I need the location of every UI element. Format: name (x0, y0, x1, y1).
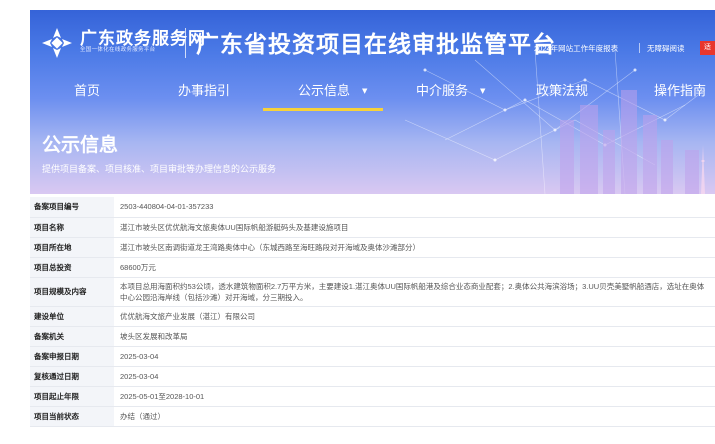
page-description: 提供项目备案、项目核准、项目审批等办理信息的公示服务 (42, 164, 277, 174)
field-value: 2025-05-01至2028-10-01 (114, 386, 715, 407)
table-row: 项目总投资 68600万元 (30, 257, 715, 278)
link-separator (639, 43, 640, 53)
header-banner: 广东政务服务网 全国一体化在线政务服务平台 广东省投资项目在线审批监管平台 20… (30, 10, 715, 194)
nav-item-label: 操作指南 (654, 84, 707, 99)
header-divider (185, 28, 186, 58)
table-row: 项目所在地 湛江市坡头区南调街道龙王湾路奥体中心（东城西路至海旺路段对开海域及奥… (30, 237, 715, 258)
page: 广东政务服务网 全国一体化在线政务服务平台 广东省投资项目在线审批监管平台 20… (0, 0, 715, 444)
table-row: 复核通过日期 2025-03-04 (30, 366, 715, 387)
accessibility-link[interactable]: 无障碍阅读 (647, 43, 685, 54)
annual-report-link[interactable]: 2024年网站工作年度报表 (534, 43, 618, 54)
nav-item-label: 办事指引 (178, 84, 231, 99)
field-value: 湛江市坡头区优优航海文旅奥体UU国际帆船游艇码头及基建设施项目 (114, 217, 715, 238)
field-value: 2025-03-04 (114, 346, 715, 367)
nav-item-label: 中介服务 (416, 84, 469, 99)
field-value: 2503-440804-04-01-357233 (114, 197, 715, 218)
table-row: 项目名称 湛江市坡头区优优航海文旅奥体UU国际帆船游艇码头及基建设施项目 (30, 217, 715, 238)
nav-item-home[interactable]: 首页 (74, 80, 100, 99)
main-nav: 首页 办事指引 公示信息 ▼ 中介服务 ▼ 政策法规 操作指南 (30, 72, 715, 112)
nav-item-guide[interactable]: 办事指引 (178, 80, 230, 99)
site-subtitle: 全国一体化在线政务服务平台 (80, 47, 156, 53)
field-value: 优优航海文旅产业发展（湛江）有限公司 (114, 306, 715, 327)
nav-item-public-info[interactable]: 公示信息 ▼ (298, 80, 367, 99)
nav-item-agency-services[interactable]: 中介服务 ▼ (416, 80, 485, 99)
field-value: 办结（通过） (114, 406, 715, 427)
table-row: 备案申报日期 2025-03-04 (30, 346, 715, 367)
page-title: 公示信息 (42, 134, 119, 156)
nav-item-label: 首页 (74, 84, 101, 99)
field-label: 项目起止年限 (30, 386, 114, 407)
nav-active-indicator (263, 108, 383, 111)
field-label: 项目规模及内容 (30, 277, 114, 307)
table-row: 建设单位 优优航海文旅产业发展（湛江）有限公司 (30, 306, 715, 327)
table-row: 备案机关 坡头区发展和改革局 (30, 326, 715, 347)
field-value: 2025-03-04 (114, 366, 715, 387)
nav-item-label: 政策法规 (536, 84, 589, 99)
platform-title[interactable]: 广东省投资项目在线审批监管平台 (196, 25, 556, 59)
elder-mode-badge[interactable]: 适 (700, 41, 715, 55)
chevron-down-icon[interactable]: ▼ (480, 87, 485, 95)
field-value: 坡头区发展和改革局 (114, 326, 715, 347)
field-label: 项目名称 (30, 217, 114, 238)
field-label: 项目当前状态 (30, 406, 114, 427)
table-row: 项目起止年限 2025-05-01至2028-10-01 (30, 386, 715, 407)
field-label: 备案申报日期 (30, 346, 114, 367)
guangdong-gov-logo-icon[interactable] (40, 26, 74, 60)
table-row: 备案项目编号 2503-440804-04-01-357233 (30, 197, 715, 218)
field-label: 项目所在地 (30, 237, 114, 258)
field-label: 备案机关 (30, 326, 114, 347)
field-label: 建设单位 (30, 306, 114, 327)
table-row: 项目当前状态 办结（通过） (30, 406, 715, 427)
field-value: 湛江市坡头区南调街道龙王湾路奥体中心（东城西路至海旺路段对开海域及奥体沙滩部分） (114, 237, 715, 258)
table-row: 项目规模及内容 本项目总用海面积约53公顷，透水建筑物面积2.7万平方米，主要建… (30, 277, 715, 307)
nav-item-label: 公示信息 (298, 84, 351, 99)
field-value: 68600万元 (114, 257, 715, 278)
top-bar: 广东政务服务网 全国一体化在线政务服务平台 广东省投资项目在线审批监管平台 20… (30, 10, 715, 72)
field-label: 复核通过日期 (30, 366, 114, 387)
field-value: 本项目总用海面积约53公顷，透水建筑物面积2.7万平方米，主要建设1.湛江奥体U… (114, 277, 715, 307)
field-label: 项目总投资 (30, 257, 114, 278)
chevron-down-icon[interactable]: ▼ (362, 87, 367, 95)
nav-item-policies[interactable]: 政策法规 (536, 80, 588, 99)
field-label: 备案项目编号 (30, 197, 114, 218)
project-details-table: 备案项目编号 2503-440804-04-01-357233 项目名称 湛江市… (30, 197, 715, 427)
nav-item-operation-guide[interactable]: 操作指南 (654, 80, 706, 99)
